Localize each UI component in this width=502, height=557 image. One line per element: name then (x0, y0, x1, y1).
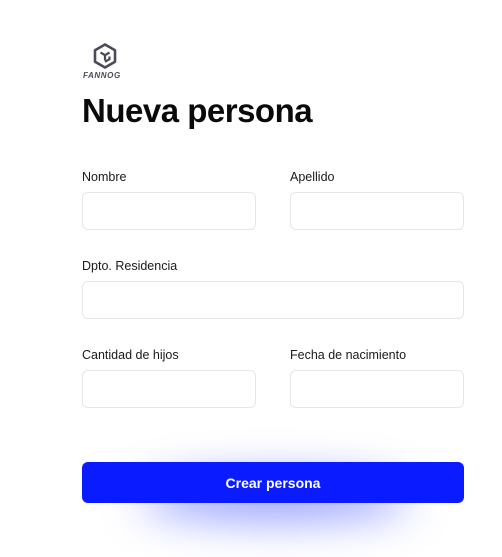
hexagon-logo-icon (93, 43, 117, 69)
cantidad-hijos-label: Cantidad de hijos (82, 348, 179, 362)
brand-name: FANNOG (83, 71, 121, 80)
fecha-nacimiento-input[interactable] (290, 370, 464, 408)
apellido-input[interactable] (290, 192, 464, 230)
nombre-input[interactable] (82, 192, 256, 230)
apellido-label: Apellido (290, 170, 335, 184)
dpto-residencia-label: Dpto. Residencia (82, 259, 178, 273)
cantidad-hijos-input[interactable] (82, 370, 256, 408)
fecha-nacimiento-label: Fecha de nacimiento (290, 348, 407, 362)
nombre-label: Nombre (82, 170, 127, 184)
dpto-residencia-input[interactable] (82, 281, 464, 319)
page-title: Nueva persona (82, 92, 313, 129)
brand-logo: FANNOG (83, 43, 127, 81)
crear-persona-button[interactable]: Crear persona (82, 462, 464, 503)
